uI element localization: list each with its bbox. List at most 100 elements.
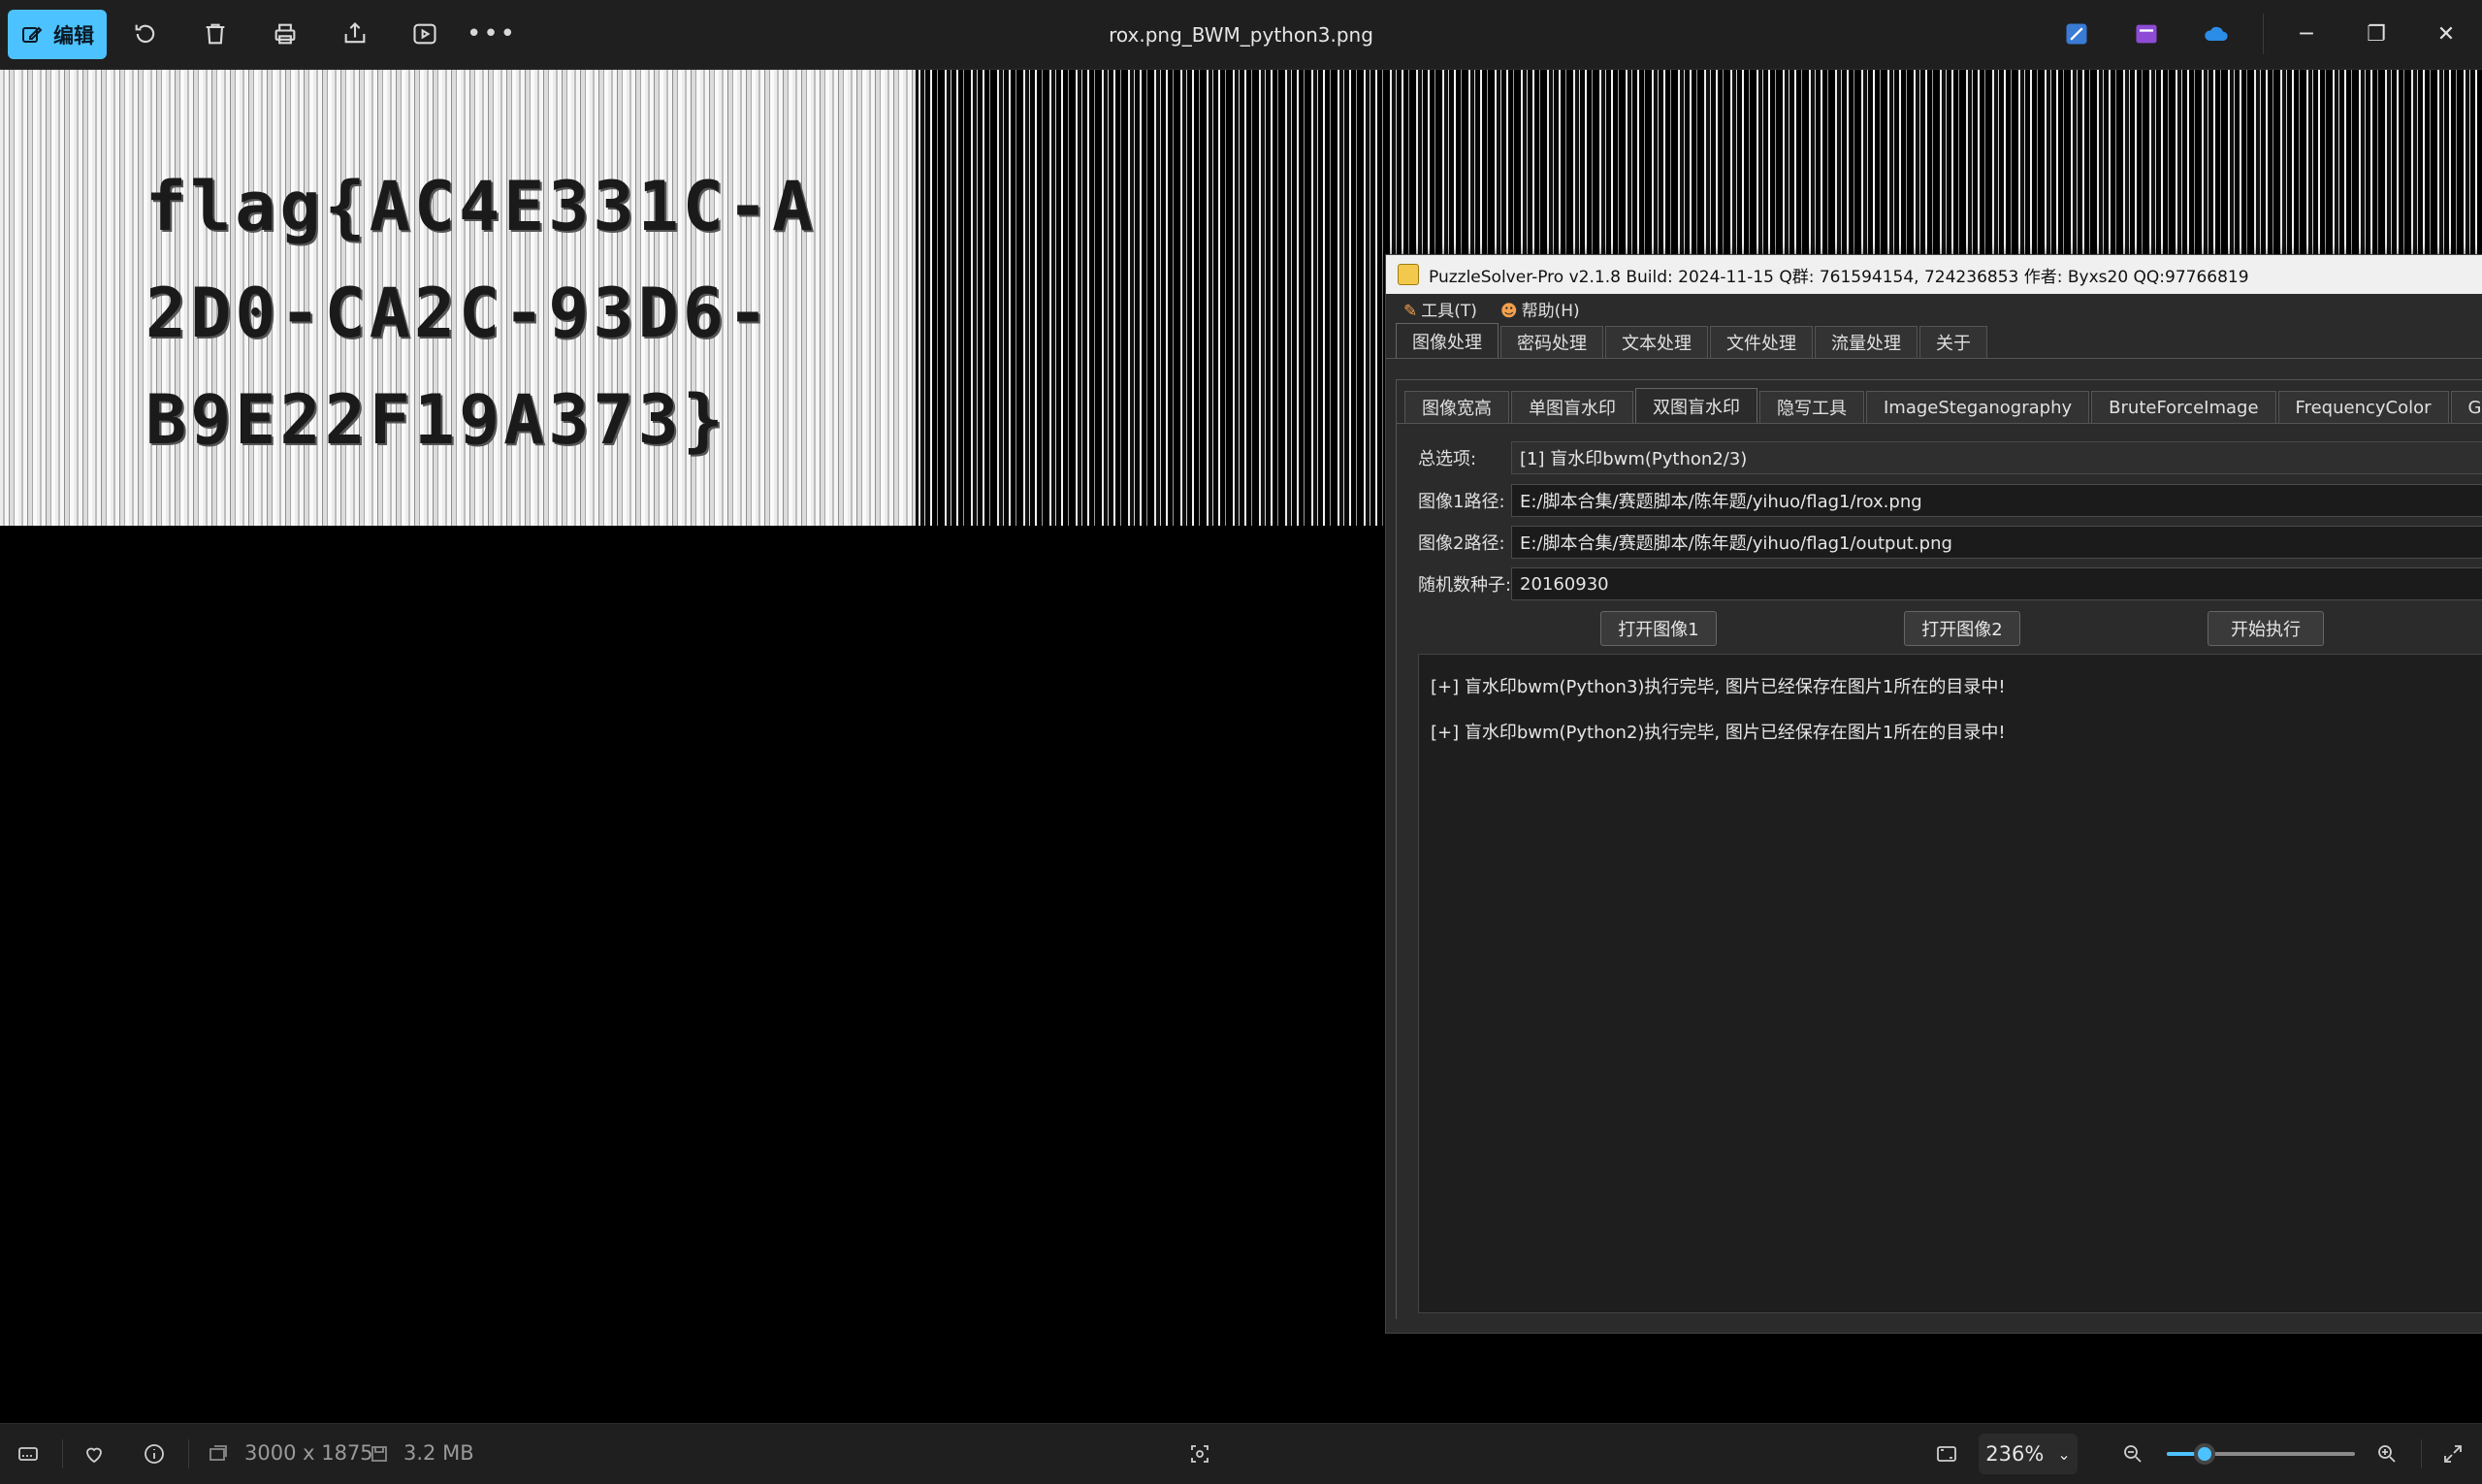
zoom-level: 236%: [1985, 1442, 2045, 1466]
puzzlesolver-window: PuzzleSolver-Pro v2.1.8 Build: 2024-11-1…: [1385, 254, 2482, 1334]
slideshow-button[interactable]: [408, 17, 441, 50]
menu-tools-label: 工具(T): [1421, 301, 1477, 321]
option-select[interactable]: [1] 盲水印bwm(Python2/3): [1511, 441, 2482, 474]
image2-path-input[interactable]: E:/脚本合集/赛题脚本/陈年题/yihuo/flag1/output.png: [1511, 526, 2482, 559]
restore-icon: ❐: [2367, 22, 2386, 47]
tab-file[interactable]: 文件处理: [1710, 326, 1813, 358]
designer-icon: [2066, 23, 2087, 45]
subtab-gif[interactable]: GIF: [2450, 391, 2482, 423]
image-tab-panel: 图像宽高 单图盲水印 双图盲水印 隐写工具 ImageSteganography…: [1396, 379, 2482, 1319]
window-title: PuzzleSolver-Pro v2.1.8 Build: 2024-11-1…: [1429, 267, 2249, 287]
save-icon: [371, 1446, 387, 1462]
status-divider: [62, 1439, 63, 1468]
tab-about[interactable]: 关于: [1919, 326, 1987, 358]
clipchamp-button[interactable]: [2130, 17, 2163, 50]
seed-input[interactable]: 20160930: [1511, 567, 2482, 600]
minimize-icon: ─: [2300, 22, 2313, 47]
more-icon: •••: [467, 19, 518, 48]
open-image1-button[interactable]: 打开图像1: [1600, 611, 1717, 646]
zoom-out-icon: [2124, 1445, 2142, 1463]
close-icon: ✕: [2436, 22, 2456, 47]
onedrive-icon: [2205, 26, 2228, 41]
toolbar-divider: [2263, 14, 2264, 54]
favorite-button[interactable]: [80, 1439, 109, 1468]
status-bar: 3000 x 1875 3.2 MB 236% ⌄: [0, 1423, 2482, 1484]
rotate-button[interactable]: [129, 17, 162, 50]
menu-help[interactable]: ☻ 帮助(H): [1500, 297, 1580, 321]
edit-button[interactable]: 编辑: [8, 10, 107, 59]
menu-tools[interactable]: ✎ 工具(T): [1403, 297, 1477, 321]
fullscreen-button[interactable]: [2438, 1439, 2467, 1468]
more-button[interactable]: •••: [467, 17, 515, 50]
flag-text-line-1: flag{AC4E331C-A: [145, 167, 818, 246]
option-label: 总选项:: [1418, 449, 1477, 469]
tab-crypto[interactable]: 密码处理: [1500, 326, 1603, 358]
dimensions-icon-wrap: [204, 1439, 233, 1468]
status-divider: [188, 1439, 189, 1468]
onedrive-button[interactable]: [2200, 17, 2233, 50]
play-icon: [413, 23, 436, 45]
expand-icon: [2444, 1445, 2462, 1463]
zoom-slider[interactable]: [2167, 1443, 2355, 1465]
tab-image[interactable]: 图像处理: [1396, 323, 1499, 358]
filmstrip-button[interactable]: [14, 1439, 43, 1468]
share-button[interactable]: [338, 17, 371, 50]
filesize-icon-wrap: [365, 1439, 394, 1468]
subtab-brute-force-image[interactable]: BruteForceImage: [2091, 391, 2276, 423]
visual-search-icon: [1191, 1445, 1209, 1463]
flag-text-line-3: B9E22F19A373}: [145, 380, 727, 460]
share-icon: [344, 22, 366, 44]
app-icon: [1398, 264, 1419, 285]
rotate-icon: [135, 24, 155, 44]
edit-label: 编辑: [53, 23, 94, 48]
button-row: 打开图像1 打开图像2 开始执行: [1397, 611, 2482, 646]
trash-icon: [206, 23, 225, 45]
delete-button[interactable]: [199, 17, 232, 50]
image2-row: 图像2路径: E:/脚本合集/赛题脚本/陈年题/yihuo/flag1/outp…: [1418, 525, 2482, 560]
image1-path-input[interactable]: E:/脚本合集/赛题脚本/陈年题/yihuo/flag1/rox.png: [1511, 484, 2482, 517]
designer-button[interactable]: [2060, 17, 2093, 50]
fit-button[interactable]: [1932, 1439, 1961, 1468]
info-button[interactable]: [140, 1439, 169, 1468]
puzzlesolver-titlebar[interactable]: PuzzleSolver-Pro v2.1.8 Build: 2024-11-1…: [1386, 255, 2482, 294]
subtab-image-steganography[interactable]: ImageSteganography: [1866, 391, 2090, 423]
subtab-stego-tools[interactable]: 隐写工具: [1759, 391, 1864, 423]
close-button[interactable]: ✕: [2411, 0, 2481, 69]
zoom-out-button[interactable]: [2118, 1439, 2147, 1468]
heart-icon: [86, 1447, 102, 1464]
tab-traffic[interactable]: 流量处理: [1815, 326, 1918, 358]
zoom-slider-thumb[interactable]: [2193, 1443, 2215, 1465]
log-line: [+] 盲水印bwm(Python3)执行完毕, 图片已经保存在图片1所在的目录…: [1431, 676, 2006, 697]
image-dimensions: 3000 x 1875: [244, 1441, 373, 1465]
edit-icon: [22, 26, 43, 43]
printer-icon: [274, 23, 296, 45]
zoom-in-button[interactable]: [2372, 1439, 2401, 1468]
fit-screen-icon: [1937, 1446, 1956, 1462]
image1-row: 图像1路径: E:/脚本合集/赛题脚本/陈年题/yihuo/flag1/rox.…: [1418, 483, 2482, 518]
subtab-dual-watermark[interactable]: 双图盲水印: [1635, 388, 1757, 423]
log-output[interactable]: [+] 盲水印bwm(Python3)执行完毕, 图片已经保存在图片1所在的目录…: [1418, 654, 2482, 1313]
image2-label: 图像2路径:: [1418, 533, 1505, 554]
top-toolbar: 编辑 ••• rox.png_BWM_python3.png ─ ❐ ✕: [0, 0, 2482, 70]
file-title: rox.png_BWM_python3.png: [1109, 22, 1373, 47]
subtab-single-watermark[interactable]: 单图盲水印: [1511, 391, 1633, 423]
subtab-image-size[interactable]: 图像宽高: [1404, 391, 1509, 423]
file-size: 3.2 MB: [403, 1441, 474, 1465]
subtab-frequency-color[interactable]: FrequencyColor: [2277, 391, 2449, 423]
image1-label: 图像1路径:: [1418, 492, 1505, 512]
open-image2-button[interactable]: 打开图像2: [1904, 611, 2020, 646]
print-button[interactable]: [269, 17, 302, 50]
seed-label: 随机数种子:: [1418, 575, 1512, 596]
info-icon: [145, 1444, 164, 1464]
tab-text[interactable]: 文本处理: [1605, 326, 1708, 358]
menu-bar: ✎ 工具(T) ☻ 帮助(H): [1386, 294, 2482, 323]
option-row: 总选项: [1] 盲水印bwm(Python2/3): [1418, 440, 2482, 475]
sub-tabs: 图像宽高 单图盲水印 双图盲水印 隐写工具 ImageSteganography…: [1397, 380, 2482, 424]
visual-search-button[interactable]: [1185, 1439, 1214, 1468]
tools-icon: ✎: [1403, 301, 1418, 321]
run-button[interactable]: 开始执行: [2208, 611, 2324, 646]
restore-button[interactable]: ❐: [2341, 0, 2411, 69]
minimize-button[interactable]: ─: [2272, 0, 2341, 69]
zoom-dropdown[interactable]: 236% ⌄: [1979, 1434, 2078, 1474]
status-divider: [2421, 1439, 2422, 1468]
